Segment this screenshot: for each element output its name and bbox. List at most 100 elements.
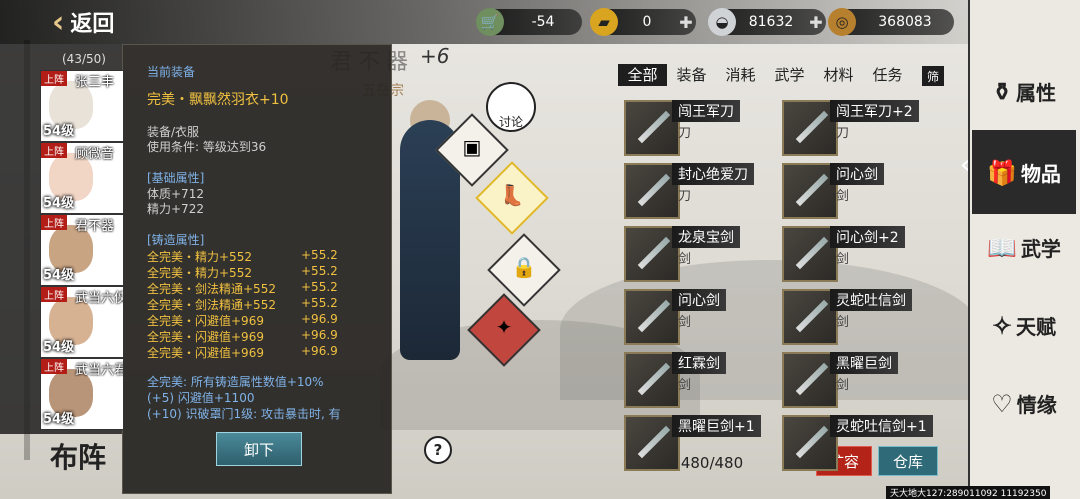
tab-5[interactable]: 任务	[863, 64, 912, 86]
item-name: 灵蛇吐信剑+1	[830, 415, 933, 437]
item-type: 剑	[836, 189, 850, 204]
inventory-tabs: 全部 装备 消耗 武学 材料 任务	[618, 64, 912, 86]
tooltip-perfect-note: 全完美: 所有铸造属性数值+10%	[147, 375, 324, 389]
hero-card[interactable]: 上阵 君不器 54级	[40, 214, 124, 286]
tooltip-forge-stat: 全完美・闪避值+969	[147, 314, 264, 328]
tab-1[interactable]: 装备	[667, 64, 716, 86]
formation-button[interactable]: 布阵	[50, 436, 130, 486]
item-name: 闯王军刀	[672, 100, 740, 122]
hero-card[interactable]: 上阵 顾微音 54级	[40, 142, 124, 214]
inventory-item[interactable]: 黑曜巨剑+1	[620, 413, 776, 471]
item-type: 剑	[678, 315, 692, 330]
item-type: 剑	[678, 378, 692, 393]
hero-card[interactable]: 上阵武当六君子 54级	[40, 358, 124, 430]
hero-card[interactable]: 上阵 武当六侠 54级	[40, 286, 124, 358]
inventory-item[interactable]: 问心剑+2 剑	[778, 224, 934, 282]
tooltip-forge-stat: 全完美・剑法精通+552	[147, 298, 276, 312]
tooltip-forge-bonus: +55.2	[301, 264, 338, 278]
inventory-item[interactable]: 封心绝爱刀刀	[620, 161, 776, 219]
copper-coin-icon: ◎	[828, 8, 856, 36]
tab-4[interactable]: 材料	[814, 64, 863, 86]
talent-icon: ✧	[991, 310, 1013, 340]
item-type: 刀	[678, 126, 692, 141]
side-menu-talent[interactable]: ✧ 天赋	[972, 290, 1076, 360]
help-button[interactable]: ?	[424, 436, 452, 464]
tooltip-forge-header: [铸造属性]	[147, 233, 205, 247]
hero-deployed-tag: 上阵	[41, 287, 67, 302]
resource-gold-bar: ▰ 0 ✚	[590, 8, 696, 36]
tooltip-base-header: [基础属性]	[147, 171, 205, 185]
side-menu-book[interactable]: 📖 武学	[972, 212, 1076, 282]
hero-name: 君不器	[75, 219, 115, 234]
side-menu-heart[interactable]: ♡ 情缘	[972, 368, 1076, 438]
filter-button[interactable]: 筛	[922, 66, 944, 86]
item-name: 封心绝爱刀	[672, 163, 754, 185]
silver-ingot-icon: ◒	[708, 8, 736, 36]
tooltip-base-stat: 精力+722	[147, 202, 204, 216]
tooltip-extra: (+10) 识破罩门1级: 攻击暴击时, 有	[147, 407, 341, 421]
item-name: 黑曜巨剑	[830, 352, 898, 374]
feather-icon: ✦	[495, 315, 513, 340]
inventory-item[interactable]: 问心剑剑	[778, 161, 934, 219]
tooltip-forge-stat: 全完美・闪避值+969	[147, 330, 264, 344]
item-type: 剑	[836, 252, 850, 267]
plus-icon[interactable]: ✚	[806, 13, 826, 32]
discuss-button[interactable]: 讨论	[486, 82, 536, 132]
inventory-item[interactable]: 灵蛇吐信剑剑	[778, 287, 934, 345]
inventory-item[interactable]: 闯王军刀刀	[620, 98, 776, 156]
discuss-label: 讨论	[498, 115, 523, 129]
tab-3[interactable]: 武学	[765, 64, 814, 86]
item-type: 刀	[836, 126, 850, 141]
hero-level: 54级	[43, 340, 75, 355]
item-type: 刀	[678, 189, 692, 204]
side-menu-label: 情缘	[1016, 392, 1057, 417]
inventory-item[interactable]: 龙泉宝剑剑	[620, 224, 776, 282]
item-name: 红霖剑	[672, 352, 726, 374]
hero-level: 54级	[43, 268, 75, 283]
side-menu-label: 武学	[1020, 236, 1061, 261]
item-type: 剑	[836, 315, 850, 330]
side-menu-gourd[interactable]: ⚱ 属性	[972, 56, 1076, 126]
resource-value: 81632	[748, 14, 794, 30]
side-menu-label: 属性	[1016, 80, 1057, 105]
inventory-item[interactable]: 红霖剑剑	[620, 350, 776, 408]
equip-slot-locked[interactable]: 🔒	[487, 233, 561, 307]
tab-2[interactable]: 消耗	[716, 64, 765, 86]
side-menu-label: 物品	[1020, 161, 1061, 186]
tooltip-forge-stat: 全完美・精力+552	[147, 266, 252, 280]
hero-card[interactable]: 上阵 张三丰 54级	[40, 70, 124, 142]
plus-icon[interactable]: ✚	[676, 13, 696, 32]
side-menu-chest[interactable]: 🎁 物品	[972, 130, 1076, 214]
inventory-item[interactable]: 问心剑剑	[620, 287, 776, 345]
item-tooltip: 当前装备 完美・飘飘然羽衣+10 装备/衣服 使用条件: 等级达到36 [基础属…	[122, 44, 392, 494]
item-name: 问心剑	[830, 163, 884, 185]
item-name: 灵蛇吐信剑	[830, 289, 912, 311]
chest-icon: 🎁	[987, 157, 1017, 187]
resource-value: 0	[642, 14, 652, 30]
inventory-item[interactable]: 黑曜巨剑剑	[778, 350, 934, 408]
hero-level: 54级	[43, 412, 75, 427]
tooltip-forge-bonus: +55.2	[301, 280, 338, 294]
lock-icon: 🔒	[511, 255, 537, 280]
heart-icon: ♡	[991, 388, 1013, 418]
tab-0[interactable]: 全部	[618, 64, 667, 86]
cart-icon: 🛒	[476, 8, 504, 36]
side-menu-label: 天赋	[1016, 314, 1057, 339]
armor-icon: ▣	[462, 135, 482, 160]
tooltip-section-current: 当前装备	[147, 65, 196, 79]
hero-name: 武当六侠	[75, 291, 124, 306]
hero-level: 54级	[43, 124, 75, 139]
chevron-left-icon: ‹	[52, 4, 65, 40]
inventory-item[interactable]: 闯王军刀+2 刀	[778, 98, 934, 156]
back-label: 返回	[70, 12, 115, 37]
hero-deployed-tag: 上阵	[41, 71, 67, 86]
hero-name: 顾微音	[75, 147, 115, 162]
hero-level: 54级	[43, 196, 75, 211]
inventory-item[interactable]: 灵蛇吐信剑+1	[778, 413, 934, 471]
resource-value: 368083	[878, 14, 932, 30]
unequip-button[interactable]: 卸下	[216, 432, 302, 466]
character-plus: +6	[420, 44, 450, 68]
server-coords: 天大地大127:289011092 11192350	[886, 486, 1051, 499]
item-name: 问心剑+2	[830, 226, 905, 248]
back-button[interactable]: ‹ 返回	[52, 4, 152, 40]
